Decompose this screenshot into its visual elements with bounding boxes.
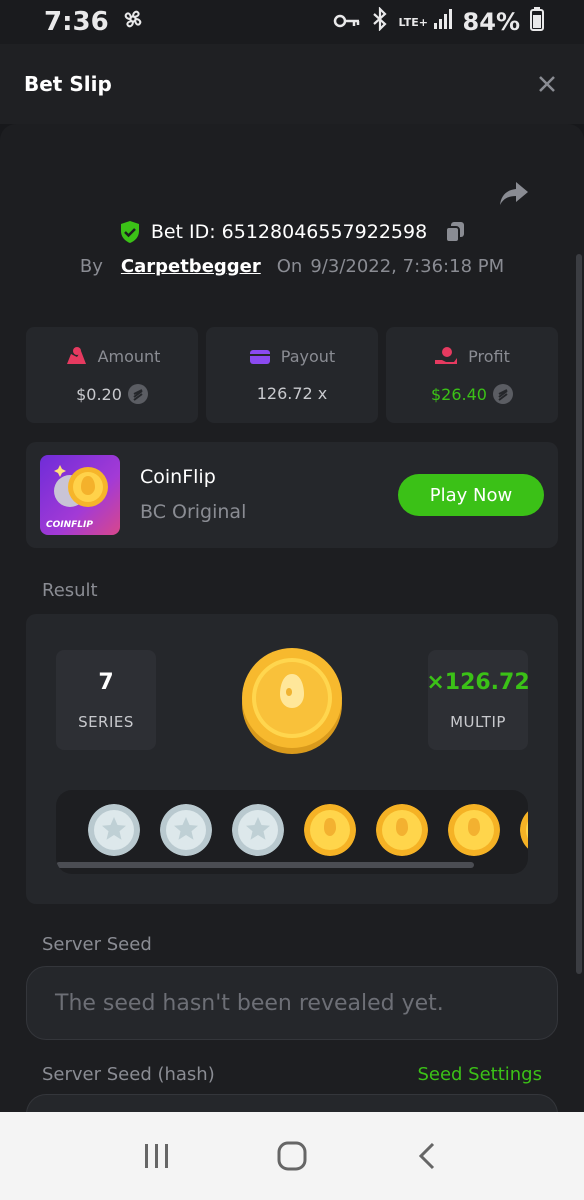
multiplier-value: ×126.72	[426, 669, 530, 695]
battery-icon	[530, 7, 544, 37]
profit-hand-icon	[435, 347, 458, 364]
close-icon	[539, 76, 555, 92]
result-panel: 7 SERIES ×126.72 MULTIP	[26, 614, 558, 904]
server-seed-hash-field[interactable]	[26, 1094, 558, 1112]
close-button[interactable]	[534, 71, 560, 97]
stat-payout: Payout 126.72 x	[206, 327, 378, 423]
back-button[interactable]	[402, 1131, 452, 1181]
key-icon	[333, 8, 361, 36]
silver-coin-icon	[160, 804, 212, 856]
clock: 7:36	[44, 7, 109, 37]
stat-profit: Profit $26.40	[386, 327, 558, 423]
game-card: COINFLIP CoinFlip BC Original Play Now	[26, 442, 558, 548]
copy-icon	[445, 222, 465, 243]
coinflip-logo: COINFLIP	[46, 465, 108, 530]
silver-coin-icon	[232, 804, 284, 856]
bet-stats: Amount $0.20 Payout 126.72 x Profit $26.…	[26, 327, 558, 423]
game-name: CoinFlip	[140, 466, 216, 488]
silver-coin-icon	[88, 804, 140, 856]
coin-row	[88, 804, 528, 856]
multiplier-box: ×126.72 MULTIP	[426, 650, 530, 750]
series-value: 7	[98, 669, 114, 695]
recent-apps-button[interactable]	[132, 1131, 182, 1181]
battery-level: 84%	[462, 8, 520, 36]
stat-value: $26.40	[431, 384, 487, 404]
stat-label: Profit	[468, 346, 510, 366]
history-scrollbar[interactable]	[56, 862, 474, 868]
result-label: Result	[42, 580, 98, 601]
multiplier-label: MULTIP	[450, 712, 506, 731]
home-icon	[277, 1141, 307, 1171]
signal-icon	[433, 8, 453, 36]
play-now-button[interactable]: Play Now	[398, 474, 544, 516]
by-label: By	[79, 256, 103, 277]
bluetooth-icon	[371, 6, 389, 37]
back-icon	[418, 1142, 434, 1170]
series-label: SERIES	[78, 712, 134, 731]
shield-check-icon	[120, 221, 139, 243]
currency-icon	[127, 384, 148, 404]
status-bar: 7:36 LTE+ 84%	[0, 0, 584, 44]
server-seed-field[interactable]: The seed hasn't been revealed yet.	[26, 966, 558, 1040]
recent-apps-icon	[145, 1144, 169, 1168]
server-seed-hash-label: Server Seed (hash)	[42, 1064, 215, 1085]
stat-value: $0.20	[76, 384, 122, 404]
bet-id-label: Bet ID:	[150, 221, 216, 243]
gold-coin-icon	[304, 804, 356, 856]
bet-id-value: 65128046557922598	[221, 221, 428, 243]
gold-coin-icon	[520, 811, 528, 849]
home-button[interactable]	[267, 1131, 317, 1181]
bet-slip-panel: Bet ID: 65128046557922598 By Carpetbegger…	[0, 124, 584, 1112]
server-seed-label: Server Seed	[42, 934, 152, 955]
username-link[interactable]: Carpetbegger	[121, 256, 261, 277]
money-bag-icon	[66, 347, 86, 364]
fan-icon	[121, 7, 145, 38]
gold-coin-icon	[448, 804, 500, 856]
navigation-bar	[0, 1112, 584, 1200]
share-button[interactable]	[498, 180, 532, 210]
game-thumbnail[interactable]: COINFLIP	[40, 455, 120, 535]
gold-coin-icon	[242, 648, 342, 754]
thumb-text: COINFLIP	[46, 520, 93, 530]
copy-button[interactable]	[445, 221, 465, 243]
share-icon	[500, 182, 528, 205]
stat-amount: Amount $0.20	[26, 327, 198, 423]
stat-value: 126.72 x	[256, 384, 328, 403]
bet-id-row: Bet ID: 65128046557922598	[0, 220, 584, 244]
scrollbar[interactable]	[576, 254, 582, 974]
stat-label: Payout	[280, 347, 336, 366]
gold-coin-icon	[376, 804, 428, 856]
game-subtitle: BC Original	[140, 501, 247, 523]
currency-icon	[492, 384, 513, 404]
on-label: On	[276, 256, 303, 277]
header: Bet Slip	[0, 44, 584, 124]
bet-byline: By Carpetbegger On 9/3/2022, 7:36:18 PM	[0, 256, 584, 277]
series-box: 7 SERIES	[56, 650, 156, 750]
bet-datetime: 9/3/2022, 7:36:18 PM	[310, 256, 505, 277]
page-title: Bet Slip	[24, 72, 112, 96]
coin-history[interactable]	[56, 790, 528, 874]
network-type: LTE+	[398, 15, 428, 29]
seed-settings-link[interactable]: Seed Settings	[417, 1064, 542, 1085]
stat-label: Amount	[97, 346, 161, 366]
wallet-icon	[249, 349, 270, 364]
